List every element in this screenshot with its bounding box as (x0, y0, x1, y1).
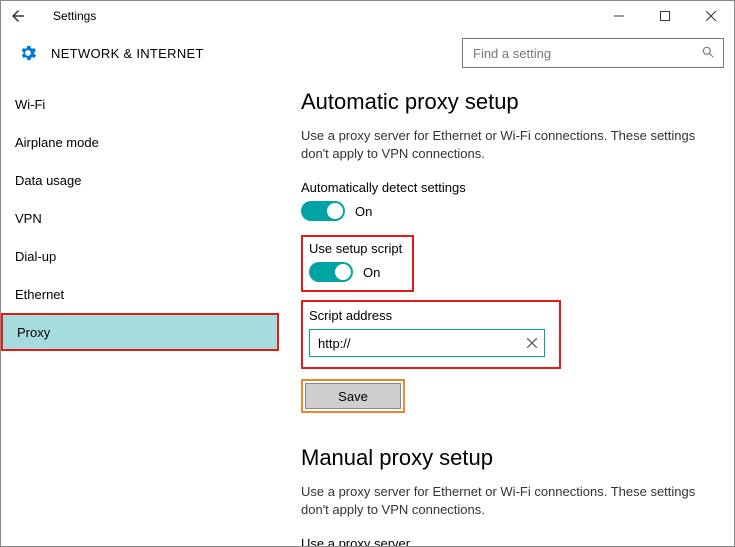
script-address-input[interactable] (316, 335, 524, 352)
sidebar-item-data-usage[interactable]: Data usage (1, 161, 279, 199)
toggle-knob (335, 264, 351, 280)
window-controls (596, 1, 734, 31)
auto-detect-label: Automatically detect settings (301, 180, 718, 195)
minimize-icon (614, 11, 624, 21)
sidebar-item-label: VPN (15, 211, 42, 226)
sidebar-item-label: Wi-Fi (15, 97, 45, 112)
sidebar-item-dial-up[interactable]: Dial-up (1, 237, 279, 275)
sidebar-item-label: Proxy (17, 325, 50, 340)
search-icon (701, 45, 717, 61)
section-label: NETWORK & INTERNET (51, 46, 204, 61)
search-wrap (462, 38, 724, 68)
minimize-button[interactable] (596, 1, 642, 31)
sidebar-item-ethernet[interactable]: Ethernet (1, 275, 279, 313)
toggle-knob (327, 203, 343, 219)
auto-detect-toggle[interactable] (301, 201, 345, 221)
use-script-toggle[interactable] (309, 262, 353, 282)
sidebar-item-label: Dial-up (15, 249, 56, 264)
auto-detect-toggle-row: On (301, 201, 718, 221)
auto-proxy-desc: Use a proxy server for Ethernet or Wi-Fi… (301, 127, 701, 162)
body: Wi-Fi Airplane mode Data usage VPN Dial-… (1, 75, 734, 546)
sidebar-item-proxy[interactable]: Proxy (1, 313, 279, 351)
use-script-label: Use setup script (309, 241, 402, 256)
use-proxy-label: Use a proxy server (301, 536, 718, 546)
save-button-label: Save (338, 389, 368, 404)
back-arrow-icon (9, 7, 27, 25)
script-address-highlight: Script address (301, 300, 561, 369)
gear-icon (17, 42, 39, 64)
use-script-toggle-row: On (309, 262, 402, 282)
close-icon (706, 11, 716, 21)
auto-proxy-heading: Automatic proxy setup (301, 89, 718, 115)
maximize-icon (660, 11, 670, 21)
script-address-input-wrap[interactable] (309, 329, 545, 357)
search-box[interactable] (462, 38, 724, 68)
sidebar-item-airplane-mode[interactable]: Airplane mode (1, 123, 279, 161)
clear-input-button[interactable] (524, 335, 540, 351)
close-button[interactable] (688, 1, 734, 31)
maximize-button[interactable] (642, 1, 688, 31)
save-button[interactable]: Save (305, 383, 401, 409)
sidebar-item-wifi[interactable]: Wi-Fi (1, 85, 279, 123)
titlebar: Settings (1, 1, 734, 31)
x-icon (527, 338, 537, 348)
sidebar-item-label: Ethernet (15, 287, 64, 302)
search-input[interactable] (471, 45, 701, 62)
use-script-state: On (363, 265, 380, 280)
use-script-highlight: Use setup script On (301, 235, 414, 292)
sidebar-item-label: Data usage (15, 173, 82, 188)
save-highlight: Save (301, 379, 405, 413)
manual-proxy-desc: Use a proxy server for Ethernet or Wi-Fi… (301, 483, 701, 518)
sidebar: Wi-Fi Airplane mode Data usage VPN Dial-… (1, 75, 279, 546)
auto-detect-state: On (355, 204, 372, 219)
sidebar-item-label: Airplane mode (15, 135, 99, 150)
content: Automatic proxy setup Use a proxy server… (279, 75, 734, 546)
header-row: NETWORK & INTERNET (1, 31, 734, 75)
window-title: Settings (53, 9, 96, 23)
settings-window: Settings NETWORK & INTERNET (0, 0, 735, 547)
back-button[interactable] (1, 1, 35, 31)
sidebar-item-vpn[interactable]: VPN (1, 199, 279, 237)
manual-proxy-heading: Manual proxy setup (301, 445, 718, 471)
script-address-label: Script address (309, 308, 545, 323)
